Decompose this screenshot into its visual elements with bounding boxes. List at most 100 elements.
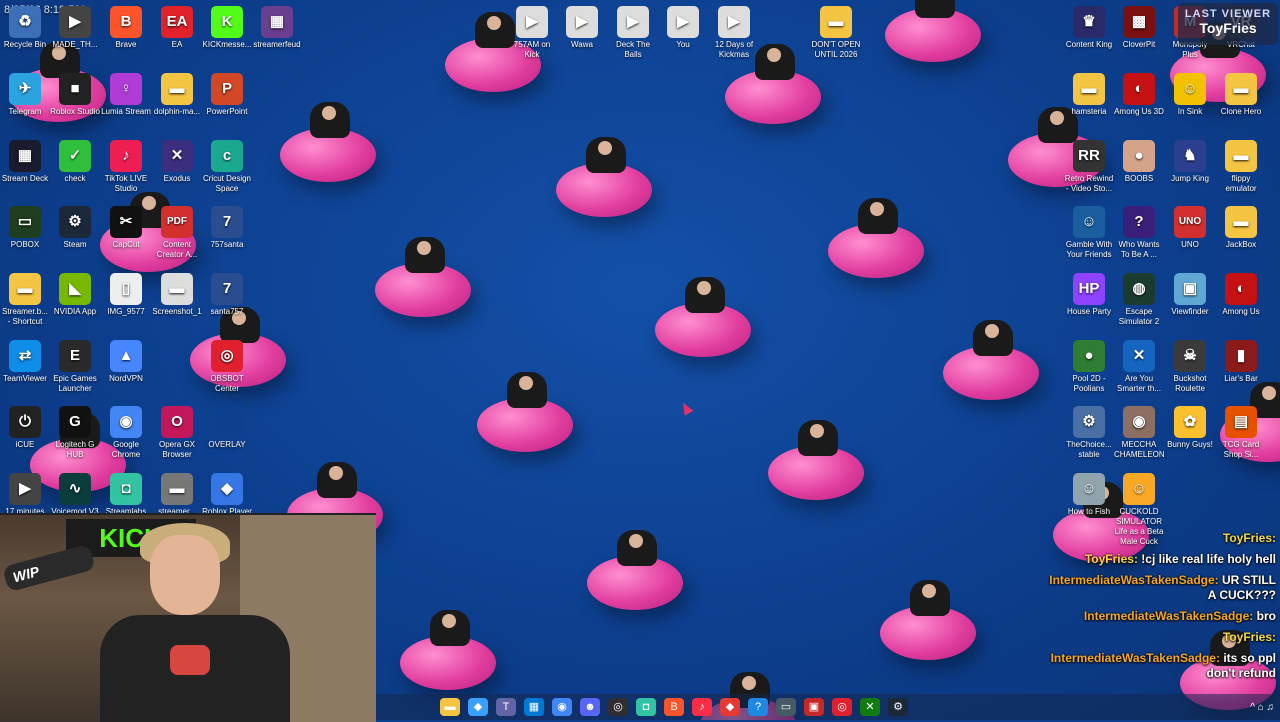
desktop-icon[interactable]: ▬ dolphin-ma... (152, 73, 202, 117)
desktop-icon[interactable]: ▬ Clone Hero (1216, 73, 1266, 117)
taskbar-diamond-app-icon[interactable]: ◆ (720, 698, 740, 716)
desktop-icon[interactable]: ◐ Among Us (1216, 273, 1266, 317)
taskbar-file-explorer-icon[interactable]: ▬ (440, 698, 460, 716)
desktop-icon[interactable]: ◣ NVIDIA App (50, 273, 100, 317)
desktop-icon[interactable]: ■ Roblox Studio (50, 73, 100, 117)
taskbar-obsbot-icon[interactable]: ◎ (832, 698, 852, 716)
desktop-icon[interactable]: ⏻ iCUE (0, 406, 50, 450)
desktop-icon[interactable]: ▶ MADE_TH... (50, 6, 100, 50)
desktop-icon[interactable]: ▩ CloverPit (1114, 6, 1164, 50)
desktop-icon[interactable]: ◎ OBSBOT Center (202, 340, 252, 394)
taskbar-inbox-icon[interactable]: ▭ (776, 698, 796, 716)
desktop-icon[interactable]: ▲ NordVPN (101, 340, 151, 384)
desktop-icon[interactable]: ▬ flippy emulator (1216, 140, 1266, 194)
desktop-icon[interactable]: ▬ JackBox (1216, 206, 1266, 250)
taskbar-streamlabs-icon[interactable]: ◘ (636, 698, 656, 716)
desktop-icon[interactable]: ☺ Gamble With Your Friends (1064, 206, 1114, 260)
desktop-icon[interactable]: ● Pool 2D - Poolians (1064, 340, 1114, 394)
taskbar-teams-icon[interactable]: T (496, 698, 516, 716)
desktop-icon[interactable]: PDF Content Creator A... (152, 206, 202, 260)
app-icon: ▶ (718, 6, 750, 38)
desktop-icon[interactable]: ▤ TCG Card Shop Si... (1216, 406, 1266, 460)
desktop-icon[interactable]: ✿ Bunny Guys! (1165, 406, 1215, 450)
desktop-icon[interactable]: ▶ Deck The Balls (608, 6, 658, 60)
desktop-icon[interactable]: ✓ check (50, 140, 100, 184)
figure-face (598, 141, 612, 155)
taskbar-chrome-icon[interactable]: ◉ (552, 698, 572, 716)
desktop-icon[interactable]: P PowerPoint (202, 73, 252, 117)
desktop-icon[interactable]: ◉ MECCHA CHAMELEON (1114, 406, 1165, 460)
desktop-icon[interactable]: E Epic Games Launcher (50, 340, 100, 394)
desktop-icon[interactable]: ▬ streamer... (152, 473, 202, 517)
desktop-icon[interactable]: ▬ Streamer.b... - Shortcut (0, 273, 50, 327)
desktop-icon[interactable]: G Logitech G HUB (50, 406, 100, 460)
desktop-icon[interactable]: B Brave (101, 6, 151, 50)
desktop-icon[interactable]: ◐ Among Us 3D (1114, 73, 1164, 117)
desktop-icon[interactable]: ♻ Recycle Bin (0, 6, 50, 50)
desktop-icon[interactable]: ∿ Voicemod V3 (50, 473, 100, 517)
desktop-icon[interactable]: ⇄ TeamViewer (0, 340, 50, 384)
taskbar-store-icon[interactable]: ▦ (524, 698, 544, 716)
desktop-icon[interactable]: ▶ Wawa (557, 6, 607, 50)
shirt-logo (170, 645, 210, 675)
taskbar-brave-icon[interactable]: B (664, 698, 684, 716)
desktop-icon[interactable]: ▶ 17 minutes (0, 473, 50, 517)
taskbar-obs-icon[interactable]: ◎ (608, 698, 628, 716)
desktop-icon[interactable]: ✕ Exodus (152, 140, 202, 184)
desktop-icon[interactable]: HP House Party (1064, 273, 1114, 317)
desktop-icon[interactable]: K KICKmesse... (202, 6, 252, 50)
desktop-icon[interactable]: ▬ DON'T OPEN UNTIL 2026 (811, 6, 861, 60)
taskbar-copilot-icon[interactable]: ◆ (468, 698, 488, 716)
desktop-icon[interactable]: ▬ hamsteria (1064, 73, 1114, 117)
taskbar-discord-icon[interactable]: ☻ (580, 698, 600, 716)
desktop-icon[interactable]: ? Who Wants To Be A ... (1114, 206, 1164, 260)
desktop-icon[interactable]: ● BOOBS (1114, 140, 1164, 184)
taskbar-steam-icon[interactable]: ⚙ (888, 698, 908, 716)
desktop-icon[interactable]: ▯ IMG_9577 (101, 273, 151, 317)
desktop-icon[interactable]: ▶ You (658, 6, 708, 50)
desktop-icon[interactable]: ▶ 757AM on Kick (507, 6, 557, 60)
desktop-icon[interactable]: ☺ How to Fish (1064, 473, 1114, 517)
desktop-icon[interactable]: ♞ Jump King (1165, 140, 1215, 184)
desktop-icon[interactable]: ◘ Streamlabs (101, 473, 151, 517)
desktop-icon-label: Liar's Bar (1224, 374, 1258, 383)
taskbar-help-icon[interactable]: ? (748, 698, 768, 716)
desktop-icon[interactable]: ◆ Roblox Player (202, 473, 252, 517)
desktop-icon[interactable]: ☺ In Sink (1165, 73, 1215, 117)
desktop-icon[interactable]: ▦ streamerfeud (252, 6, 302, 50)
app-icon: ▬ (161, 73, 193, 105)
taskbar-game-app-icon[interactable]: ▣ (804, 698, 824, 716)
desktop-icon[interactable]: 7 757santa (202, 206, 252, 250)
desktop-icon[interactable]: ☠ Buckshot Roulette (1165, 340, 1215, 394)
system-tray[interactable]: ^ ⌂ ♫ (1250, 702, 1280, 713)
desktop-icon[interactable]: ▭ POBOX (0, 206, 50, 250)
desktop-icon[interactable]: ♪ TikTok LIVE Studio (101, 140, 151, 194)
desktop-icon-label: Escape Simulator 2 (1118, 307, 1160, 326)
desktop-icon[interactable]: EA EA (152, 6, 202, 50)
desktop-icon[interactable]: ✈ Telegram (0, 73, 50, 117)
desktop-icon[interactable]: ✂ CapCut (101, 206, 151, 250)
desktop-icon[interactable]: ♛ Content King (1064, 6, 1114, 50)
desktop-icon-label: Gamble With Your Friends (1065, 240, 1113, 259)
desktop-icon[interactable]: RR Retro Rewind - Video Sto... (1064, 140, 1114, 194)
desktop-icon[interactable]: ▬ Screenshot_1 (152, 273, 202, 317)
desktop-icon[interactable]: ✕ Are You Smarter th... (1114, 340, 1164, 394)
figure-face (442, 614, 456, 628)
app-icon (211, 406, 243, 438)
desktop-icon[interactable]: ♀ Lumia Stream (101, 73, 151, 117)
desktop-icon[interactable]: ◉ Google Chrome (101, 406, 151, 460)
desktop-icon[interactable]: c Cricut Design Space (202, 140, 252, 194)
desktop-icon[interactable]: OVERLAY (202, 406, 252, 450)
desktop-icon[interactable]: ▣ Viewfinder (1165, 273, 1215, 317)
desktop-icon[interactable]: ◍ Escape Simulator 2 (1114, 273, 1164, 327)
taskbar-music-icon[interactable]: ♪ (692, 698, 712, 716)
desktop-icon[interactable]: ▮ Liar's Bar (1216, 340, 1266, 384)
desktop-icon[interactable]: UNO UNO (1165, 206, 1215, 250)
taskbar-xbox-icon[interactable]: ✕ (860, 698, 880, 716)
desktop-icon[interactable]: ⚙ TheChoice... stable (1064, 406, 1114, 460)
desktop-icon[interactable]: 7 santa757 (202, 273, 252, 317)
desktop-icon[interactable]: ▶ 12 Days of Kickmas (709, 6, 759, 60)
desktop-icon[interactable]: ▦ Stream Deck (0, 140, 50, 184)
desktop-icon[interactable]: O Opera GX Browser (152, 406, 202, 460)
desktop-icon[interactable]: ⚙ Steam (50, 206, 100, 250)
